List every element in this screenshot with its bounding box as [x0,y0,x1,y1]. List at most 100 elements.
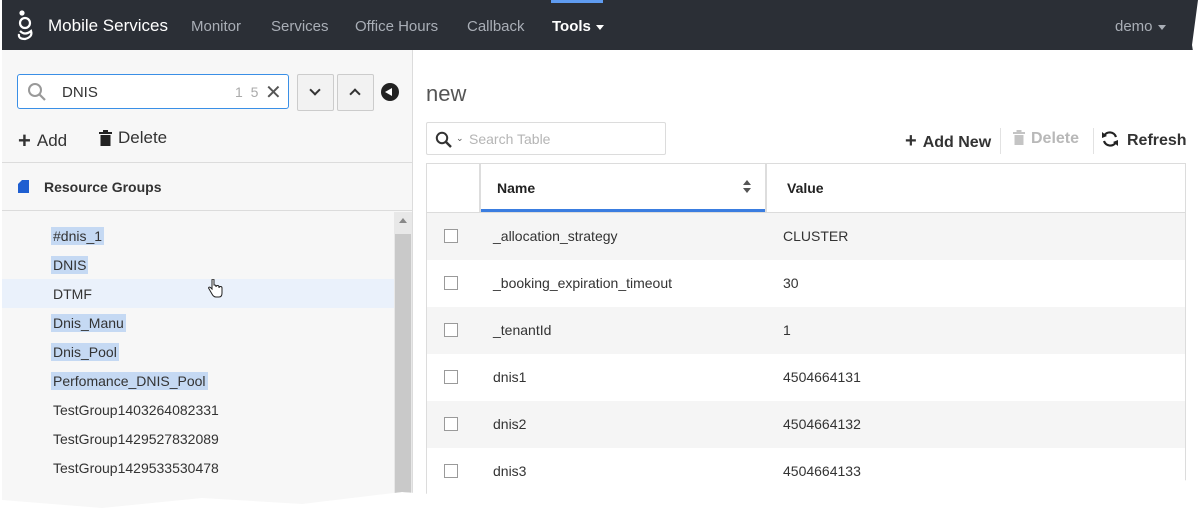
resource-groups-header[interactable]: Resource Groups [2,162,412,211]
refresh-button[interactable]: Refresh [1101,130,1187,150]
row-checkbox[interactable] [444,370,458,384]
active-nav-indicator [551,0,603,3]
cell-value: 4504664132 [783,416,861,432]
add-label: Add [36,131,68,150]
table-delete-label: Delete [1031,130,1080,147]
user-name: demo [1115,18,1153,35]
cell-name: _tenantId [493,322,552,338]
search-value[interactable]: DNIS [62,84,98,101]
tree-item[interactable]: Perfomance_DNIS_Pool [2,366,394,395]
table-row[interactable]: _allocation_strategy CLUSTER [427,213,1185,260]
nav-tools[interactable]: Tools [552,18,604,35]
page: Mobile Services Monitor Services Office … [0,0,1200,521]
resource-groups-title: Resource Groups [44,179,162,195]
plus-icon: + [905,130,917,152]
cell-name: _booking_expiration_timeout [493,275,673,291]
tree-item[interactable]: TestGroup1429533530478 [2,453,394,482]
trash-icon [99,130,112,146]
cell-value: CLUSTER [783,228,849,244]
app-brand-title[interactable]: Mobile Services [48,16,168,36]
row-checkbox[interactable] [444,276,458,290]
nav-services[interactable]: Services [271,18,329,35]
chevron-down-icon [309,84,321,96]
table-search-placeholder: Search Table [469,131,551,147]
cell-value: 1 [783,322,791,338]
column-header-name[interactable]: Name [479,164,767,212]
resource-tree-panel: DNIS 1 5 ✕ + Add Delete Resource Groups #… [2,50,413,508]
table-row[interactable]: dnis2 4504664132 [427,401,1185,448]
cell-value: 4504664133 [783,463,861,479]
tree-item[interactable]: DNIS [2,250,394,279]
cell-name: dnis2 [493,416,527,432]
tree-item-label: Dnis_Manu [51,314,126,332]
tree-item[interactable]: TestGroup1403264082331 [2,395,394,424]
tree-search-input[interactable]: DNIS 1 5 ✕ [17,74,289,109]
caret-down-icon [1157,24,1166,30]
tree-item-label: DNIS [51,256,89,274]
nav-monitor[interactable]: Monitor [191,18,241,35]
table-header: Name Value [427,164,1185,213]
next-match-button[interactable] [297,74,334,111]
tree-item[interactable]: DTMF [2,279,394,308]
tree-item-label: Dnis_Pool [51,343,119,361]
app-window: Mobile Services Monitor Services Office … [2,0,1198,508]
properties-table: Name Value _allocation_strategy CLUSTER … [426,163,1186,500]
table-row[interactable]: dnis1 4504664131 [427,354,1185,401]
delete-button[interactable]: Delete [99,128,167,148]
toolbar-divider [1093,128,1094,154]
details-panel: new ⌄ Search Table + Add New Delete Refr… [413,50,1198,508]
previous-match-button[interactable] [337,74,374,111]
row-checkbox[interactable] [444,464,458,478]
column-header-value[interactable]: Value [787,180,824,196]
cell-name: dnis3 [493,463,527,479]
cell-value: 30 [783,275,799,291]
search-icon [28,83,46,101]
refresh-label: Refresh [1127,132,1187,149]
row-checkbox[interactable] [444,417,458,431]
sort-icon[interactable] [743,180,751,194]
tree-item[interactable]: #dnis_1 [2,221,394,250]
genesys-logo-icon[interactable] [16,9,36,41]
refresh-icon [1102,131,1118,147]
active-column-indicator [481,209,765,212]
tree-item-label: TestGroup1429533530478 [53,460,219,476]
add-new-button[interactable]: + Add New [905,130,991,153]
clear-search-icon[interactable]: ✕ [265,80,282,105]
table-delete-button[interactable]: Delete [1013,130,1079,148]
tree-item-label: DTMF [53,286,92,302]
tree-scrollbar[interactable] [394,212,412,508]
add-new-label: Add New [922,134,992,151]
user-menu[interactable]: demo [1115,18,1166,35]
tree-item-label: Perfomance_DNIS_Pool [51,372,208,390]
trash-icon [1013,130,1025,145]
nav-tools-label: Tools [552,18,591,35]
tree-item-label: #dnis_1 [51,227,105,245]
tree-item[interactable]: TestGroup1429527832089 [2,424,394,453]
scroll-thumb[interactable] [395,234,411,508]
collapse-panel-icon[interactable] [381,83,399,101]
tree-item-label: TestGroup1429527832089 [53,431,219,447]
search-icon [435,131,452,148]
cell-name: dnis1 [493,369,527,385]
cell-value: 4504664131 [783,369,861,385]
resource-group-list: #dnis_1 DNIS DTMF Dnis_Manu Dnis_Pool Pe… [2,212,412,508]
nav-office-hours[interactable]: Office Hours [355,18,438,35]
toolbar-divider [1000,128,1001,154]
column-name-label: Name [497,180,536,196]
add-button[interactable]: + Add [18,128,67,154]
chevron-down-icon[interactable]: ⌄ [456,133,464,144]
table-row[interactable]: _booking_expiration_timeout 30 [427,260,1185,307]
table-row[interactable]: _tenantId 1 [427,307,1185,354]
table-search-input[interactable]: ⌄ Search Table [426,122,666,155]
row-checkbox[interactable] [444,229,458,243]
tree-item[interactable]: Dnis_Manu [2,308,394,337]
tree-item[interactable]: Dnis_Pool [2,337,394,366]
scroll-up-arrow-icon[interactable] [399,218,407,223]
chevron-up-icon [349,88,361,100]
caret-down-icon [595,24,604,30]
nav-callback[interactable]: Callback [467,18,525,35]
page-title: new [426,81,467,106]
cell-name: _allocation_strategy [493,228,618,244]
row-checkbox[interactable] [444,323,458,337]
table-row[interactable]: dnis3 4504664133 [427,448,1185,495]
